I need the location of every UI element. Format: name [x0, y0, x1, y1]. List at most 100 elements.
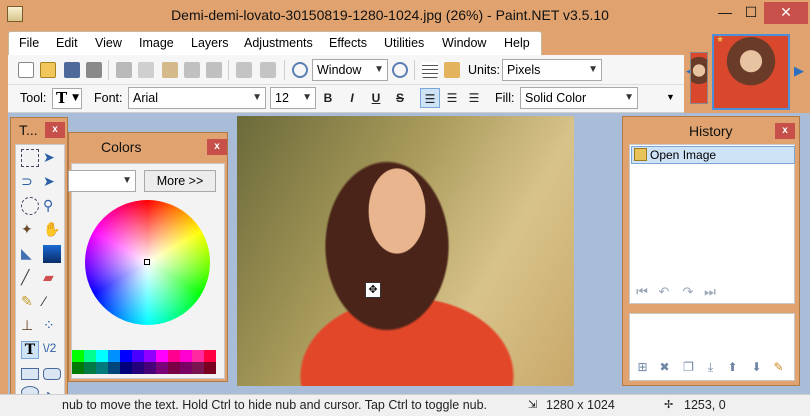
underline-button[interactable]: U: [366, 88, 386, 108]
palette-swatch[interactable]: [120, 350, 132, 362]
palette-swatch[interactable]: [132, 362, 144, 374]
palette-swatch[interactable]: [84, 362, 96, 374]
delete-layer-icon[interactable]: ✖: [656, 359, 673, 376]
recolor-icon[interactable]: ⁘: [43, 317, 61, 335]
bold-button[interactable]: B: [318, 88, 338, 108]
palette-swatch[interactable]: [132, 350, 144, 362]
undo-icon[interactable]: [236, 62, 252, 78]
color-wheel-selector[interactable]: [144, 259, 150, 265]
maximize-button[interactable]: ☐: [738, 2, 764, 24]
menu-window[interactable]: Window: [442, 36, 486, 50]
strikethrough-button[interactable]: S: [390, 88, 410, 108]
fill-dropdown[interactable]: Solid Color ▼: [520, 87, 638, 109]
lasso-select-icon[interactable]: ⊃: [21, 173, 39, 191]
zoom-in-icon[interactable]: [392, 62, 408, 78]
menu-edit[interactable]: Edit: [56, 36, 78, 50]
clone-stamp-icon[interactable]: ⊥: [21, 317, 39, 335]
menu-view[interactable]: View: [95, 36, 122, 50]
image-thumbnail-active[interactable]: ★: [712, 34, 790, 110]
pencil-icon[interactable]: ✎: [21, 293, 39, 311]
ellipse-select-icon[interactable]: [21, 197, 39, 215]
palette-swatch[interactable]: [108, 362, 120, 374]
minimize-button[interactable]: —: [712, 2, 738, 24]
palette-swatch[interactable]: [96, 362, 108, 374]
history-item-open-image[interactable]: Open Image: [631, 146, 795, 164]
text-move-nub-icon[interactable]: ✥: [365, 282, 381, 298]
merge-layer-down-icon[interactable]: ⤓: [702, 359, 719, 376]
palette-swatch[interactable]: [84, 350, 96, 362]
history-panel-close-button[interactable]: x: [775, 123, 795, 139]
palette-swatch[interactable]: [180, 362, 192, 374]
history-rewind-icon[interactable]: ⏮: [634, 284, 650, 300]
magic-wand-icon[interactable]: ✦: [21, 221, 39, 239]
text-tool-icon[interactable]: T: [21, 341, 39, 359]
rectangle-shape-icon[interactable]: [21, 368, 39, 380]
open-folder-icon[interactable]: [40, 62, 56, 78]
copy-icon[interactable]: [138, 62, 154, 78]
color-target-dropdown[interactable]: ▼: [68, 170, 136, 192]
rulers-icon[interactable]: [444, 62, 460, 78]
gradient-icon[interactable]: [43, 245, 61, 263]
scroll-right-arrow-icon[interactable]: ▶: [794, 63, 804, 79]
menu-file[interactable]: File: [19, 36, 39, 50]
zoom-dropdown[interactable]: Window ▼: [312, 59, 388, 81]
history-redo-icon[interactable]: ↷: [680, 284, 696, 300]
move-layer-up-icon[interactable]: ⬆: [724, 359, 741, 376]
colors-panel-close-button[interactable]: x: [207, 139, 227, 155]
paintbrush-icon[interactable]: ╱: [21, 269, 39, 287]
palette-swatch[interactable]: [72, 362, 84, 374]
menu-layers[interactable]: Layers: [191, 36, 229, 50]
paste-icon[interactable]: [162, 62, 178, 78]
toolbar-overflow-chevron-icon[interactable]: ▼: [666, 92, 675, 102]
duplicate-layer-icon[interactable]: ❐: [680, 359, 697, 376]
units-dropdown[interactable]: Pixels ▼: [502, 59, 602, 81]
print-icon[interactable]: [86, 62, 102, 78]
crop-to-selection-icon[interactable]: [184, 62, 200, 78]
palette-swatch[interactable]: [168, 350, 180, 362]
palette-swatch[interactable]: [156, 350, 168, 362]
pan-hand-icon[interactable]: ✋: [43, 221, 61, 239]
palette-swatch[interactable]: [156, 362, 168, 374]
menu-utilities[interactable]: Utilities: [384, 36, 424, 50]
font-family-dropdown[interactable]: Arial ▼: [128, 87, 266, 109]
save-icon[interactable]: [64, 62, 80, 78]
color-wheel[interactable]: [85, 200, 210, 325]
image-canvas[interactable]: ✥: [237, 116, 574, 386]
tools-panel-close-button[interactable]: x: [45, 122, 65, 138]
add-layer-icon[interactable]: ⊞: [634, 359, 651, 376]
palette-swatch[interactable]: [168, 362, 180, 374]
palette-swatch[interactable]: [72, 350, 84, 362]
line-curve-icon[interactable]: \/2: [43, 341, 61, 359]
move-layer-down-icon[interactable]: ⬇: [748, 359, 765, 376]
palette-swatch[interactable]: [204, 350, 216, 362]
move-selected-icon[interactable]: ➤: [43, 173, 61, 191]
palette-swatch[interactable]: [204, 362, 216, 374]
rounded-rectangle-icon[interactable]: [43, 368, 61, 380]
history-undo-icon[interactable]: ↶: [656, 284, 672, 300]
rectangle-select-icon[interactable]: [21, 149, 39, 167]
layer-properties-icon[interactable]: ✎: [770, 359, 787, 376]
palette-swatch[interactable]: [192, 362, 204, 374]
palette-swatch[interactable]: [180, 350, 192, 362]
align-center-button[interactable]: ☰: [442, 88, 462, 108]
paint-bucket-icon[interactable]: ◣: [21, 245, 39, 263]
palette-swatch[interactable]: [120, 362, 132, 374]
more-colors-button[interactable]: More >>: [144, 170, 216, 192]
tool-selector[interactable]: T ▼: [52, 88, 82, 109]
color-picker-icon[interactable]: ⁄: [43, 293, 61, 311]
close-window-button[interactable]: ✕: [764, 2, 808, 24]
redo-icon[interactable]: [260, 62, 276, 78]
zoom-out-icon[interactable]: [292, 62, 308, 78]
deselect-icon[interactable]: [206, 62, 222, 78]
menu-effects[interactable]: Effects: [329, 36, 367, 50]
cut-icon[interactable]: [116, 62, 132, 78]
menu-image[interactable]: Image: [139, 36, 174, 50]
palette-swatch[interactable]: [192, 350, 204, 362]
palette-swatch[interactable]: [96, 350, 108, 362]
eraser-icon[interactable]: ▰: [43, 269, 61, 287]
image-thumbnail-previous[interactable]: [690, 52, 708, 104]
align-right-button[interactable]: ☰: [464, 88, 484, 108]
history-fast-forward-icon[interactable]: ⏭: [702, 284, 718, 300]
move-selection-icon[interactable]: ➤: [43, 149, 61, 167]
menu-help[interactable]: Help: [504, 36, 530, 50]
